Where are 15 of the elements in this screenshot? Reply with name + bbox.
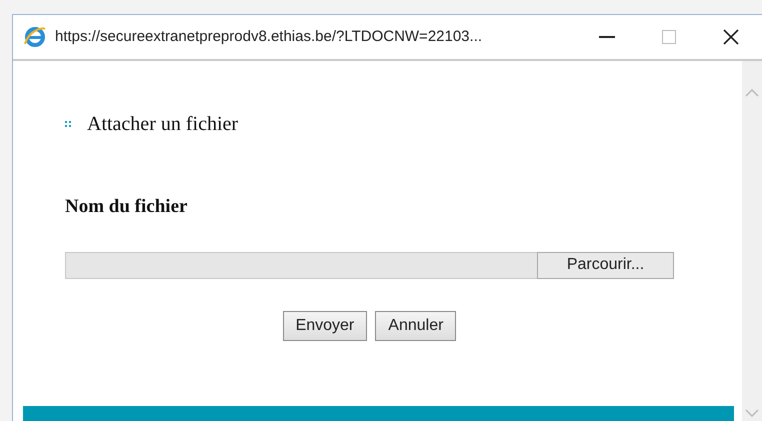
send-button[interactable]: Envoyer: [282, 310, 368, 340]
cancel-button[interactable]: Annuler: [375, 310, 456, 340]
scrollbar[interactable]: [742, 61, 762, 421]
window-title: https://secureextranetpreprodv8.ethias.be/?LTDOCNW=22103...: [55, 26, 484, 47]
maximize-icon[interactable]: [662, 30, 676, 44]
close-icon[interactable]: [723, 29, 739, 45]
browser-logo-icon: [23, 25, 47, 49]
scroll-up-icon[interactable]: [745, 89, 759, 97]
minimize-icon[interactable]: [599, 36, 615, 38]
file-path-field[interactable]: [65, 252, 537, 278]
field-label: Nom du fichier: [65, 196, 188, 217]
section-heading: Attacher un fichier: [87, 112, 238, 137]
scroll-down-icon[interactable]: [745, 409, 759, 417]
bullet-icon: [65, 121, 71, 127]
browse-button[interactable]: Parcourir...: [537, 252, 674, 278]
